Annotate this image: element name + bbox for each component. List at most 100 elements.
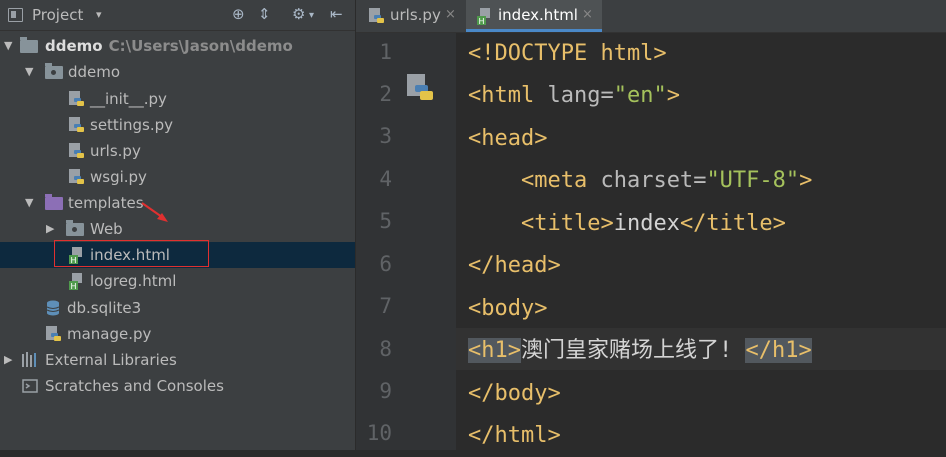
tag-token: <h1> — [468, 338, 521, 363]
collapsed-arrow-icon[interactable]: ▶ — [46, 222, 54, 235]
html-file-icon: H — [69, 273, 82, 290]
python-file-icon — [46, 326, 61, 341]
editor-tab-bar: urls.py × H index.html × — [356, 0, 946, 33]
tree-item-label: logreg.html — [90, 272, 177, 290]
gear-icon[interactable]: ⚙ — [292, 5, 305, 23]
tag-token: </h1> — [745, 338, 812, 363]
tree-item-logreg-html[interactable]: H logreg.html — [0, 268, 355, 294]
tree-item-urls-py[interactable]: urls.py — [0, 138, 355, 164]
tab-urls-py[interactable]: urls.py × — [356, 0, 464, 32]
tree-item-wsgi-py[interactable]: wsgi.py — [0, 164, 355, 190]
svg-text:H: H — [71, 282, 77, 290]
annotation-arrow-icon — [141, 202, 168, 222]
tag-token: </title> — [679, 211, 786, 236]
tree-item-label: templates — [68, 194, 144, 212]
close-icon[interactable]: × — [445, 7, 456, 22]
scratches-icon — [22, 379, 38, 393]
expanded-arrow-icon[interactable]: ▼ — [4, 39, 12, 52]
tree-item-label: settings.py — [90, 116, 173, 134]
text-token: index — [613, 211, 680, 236]
attr-token: charset — [587, 168, 694, 193]
project-path: C:\Users\Jason\ddemo — [108, 37, 293, 55]
tree-item-ddemo-package[interactable]: ▼ ddemo — [0, 59, 355, 85]
tag-token: </body> — [468, 381, 561, 406]
tag-token: <html — [468, 83, 535, 108]
tree-item-templates[interactable]: ▼ templates — [0, 190, 355, 216]
line-number: 3 — [379, 124, 392, 148]
code-line-9: </body> — [468, 373, 561, 415]
python-file-icon — [69, 91, 84, 106]
tree-item-label: urls.py — [90, 142, 141, 160]
tag-token: <title> — [520, 211, 614, 236]
tree-item-label: ddemo — [45, 37, 103, 55]
expanded-arrow-icon[interactable]: ▼ — [25, 65, 33, 78]
doctype-token: <!DOCTYPE html> — [468, 41, 667, 66]
collapse-all-icon[interactable]: ⇕ — [258, 5, 271, 23]
code-line-10: </html> — [468, 415, 561, 457]
tab-label: index.html — [498, 6, 578, 24]
line-number: 6 — [379, 252, 392, 276]
tree-item-label: db.sqlite3 — [67, 299, 142, 317]
project-header: Project ▾ ⊕ ⇕ ⚙ ▾ ⇤ — [0, 0, 355, 31]
code-line-2: <html lang="en"> — [468, 75, 680, 117]
python-gutter-icon[interactable] — [405, 73, 435, 103]
expanded-arrow-icon[interactable]: ▼ — [25, 196, 33, 209]
code-line-4: <meta charset="UTF-8"> — [468, 160, 812, 202]
editor-pane: urls.py × H index.html × 1 2 3 4 5 6 7 8… — [356, 0, 946, 450]
tree-item-scratches-and-consoles[interactable]: Scratches and Consoles — [0, 373, 355, 399]
tag-token: > — [799, 168, 813, 193]
text-token: 澳门皇家赌场上线了! — [520, 338, 733, 363]
tag-token: </head> — [468, 253, 561, 278]
project-tool-window: Project ▾ ⊕ ⇕ ⚙ ▾ ⇤ ▼ ddemo C:\Users\Jaso… — [0, 0, 356, 450]
code-line-6: </head> — [468, 245, 561, 287]
line-number: 5 — [379, 209, 392, 233]
tab-label: urls.py — [390, 6, 441, 24]
templates-folder-icon — [45, 194, 63, 210]
tree-item-settings-py[interactable]: settings.py — [0, 112, 355, 138]
tree-item-init-py[interactable]: __init__.py — [0, 86, 355, 112]
tag-token: <meta — [520, 168, 588, 193]
code-area[interactable]: <!DOCTYPE html> <html lang="en"> <head> … — [456, 33, 946, 450]
equals-token: = — [600, 83, 614, 108]
tree-item-external-libraries[interactable]: ▶ External Libraries — [0, 347, 355, 373]
tag-token: <body> — [468, 296, 548, 321]
collapsed-arrow-icon[interactable]: ▶ — [4, 353, 12, 366]
chevron-down-icon[interactable]: ▾ — [96, 8, 102, 21]
tree-item-label: Web — [90, 220, 123, 238]
tag-token: </html> — [468, 423, 561, 448]
python-file-icon — [369, 8, 384, 23]
library-icon — [22, 352, 36, 367]
tag-token: <head> — [468, 126, 548, 151]
code-line-8: <h1>澳门皇家赌场上线了! </h1> — [468, 330, 812, 372]
string-token: "en" — [613, 83, 667, 108]
tab-index-html[interactable]: H index.html × — [466, 0, 602, 32]
html-file-icon: H — [477, 8, 490, 25]
close-icon[interactable]: × — [582, 7, 593, 22]
tree-item-manage-py[interactable]: manage.py — [0, 321, 355, 347]
tree-item-web[interactable]: ▶ Web — [0, 216, 355, 242]
locate-icon[interactable]: ⊕ — [232, 5, 245, 23]
code-line-1: <!DOCTYPE html> — [468, 33, 667, 75]
project-title[interactable]: Project — [32, 6, 83, 24]
tree-item-label: ddemo — [68, 63, 121, 81]
folder-icon — [66, 220, 84, 236]
line-number: 2 — [379, 82, 392, 106]
hide-panel-icon[interactable]: ⇤ — [330, 5, 343, 23]
svg-text:H: H — [479, 17, 485, 25]
code-line-7: <body> — [468, 288, 547, 330]
annotation-highlight-box — [54, 240, 209, 267]
package-folder-icon — [45, 63, 63, 79]
line-number-gutter: 1 2 3 4 5 6 7 8 9 10 — [356, 33, 456, 450]
project-icon — [8, 8, 23, 22]
tree-item-label: External Libraries — [45, 351, 177, 369]
line-number: 9 — [379, 379, 392, 403]
line-number: 7 — [379, 294, 392, 318]
tree-item-label: manage.py — [67, 325, 152, 343]
gear-caret-icon[interactable]: ▾ — [309, 10, 314, 21]
line-number: 1 — [379, 40, 392, 64]
tree-item-db-sqlite3[interactable]: db.sqlite3 — [0, 295, 355, 321]
tree-item-project-root[interactable]: ▼ ddemo C:\Users\Jason\ddemo — [0, 33, 355, 59]
